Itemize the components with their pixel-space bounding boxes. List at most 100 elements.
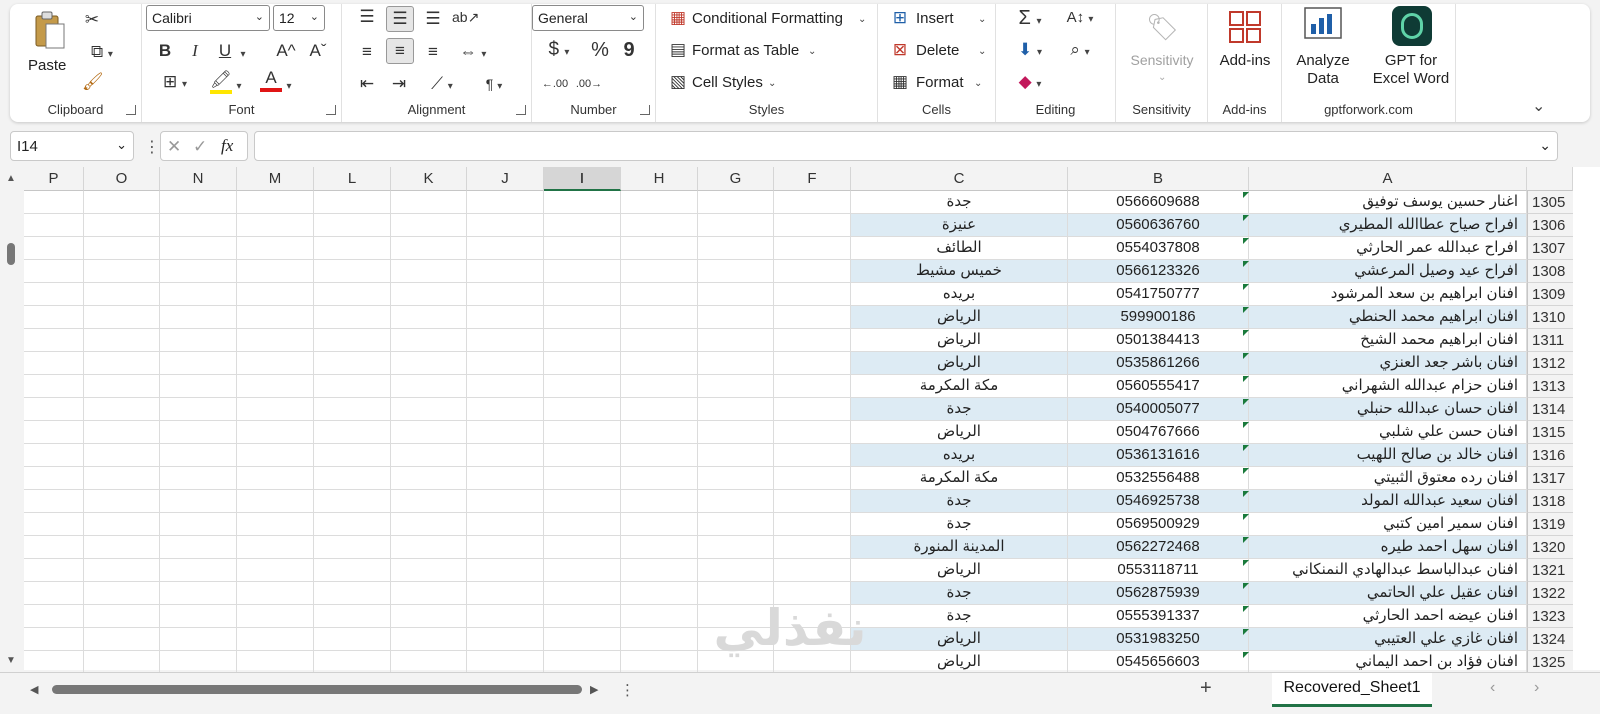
cell-phone[interactable]: 0504767666 xyxy=(1068,421,1249,444)
empty-cell[interactable] xyxy=(621,398,698,421)
align-middle-icon[interactable]: ☰ xyxy=(386,6,414,32)
empty-cell[interactable] xyxy=(314,536,391,559)
empty-cell[interactable] xyxy=(621,306,698,329)
empty-cell[interactable] xyxy=(160,329,237,352)
decrease-decimal-icon[interactable]: .00→ xyxy=(574,74,604,94)
bold-button[interactable]: B xyxy=(156,41,174,61)
empty-cell[interactable] xyxy=(774,329,851,352)
cancel-icon[interactable]: ✕ xyxy=(167,137,181,157)
empty-cell[interactable] xyxy=(544,375,621,398)
cell-name[interactable]: افنان ابراهيم بن سعد المرشود xyxy=(1249,283,1527,306)
empty-cell[interactable] xyxy=(237,536,314,559)
delete-button[interactable]: ⊠ Delete ⌄ xyxy=(890,40,990,64)
conditional-formatting-button[interactable]: ▦ Conditional Formatting ⌄ xyxy=(668,8,868,32)
empty-cell[interactable] xyxy=(544,559,621,582)
empty-cell[interactable] xyxy=(237,214,314,237)
empty-cell[interactable] xyxy=(774,398,851,421)
empty-cell[interactable] xyxy=(84,191,160,214)
text-direction-icon[interactable]: ⟋ ▾ xyxy=(422,74,462,97)
empty-cell[interactable] xyxy=(544,582,621,605)
empty-cell[interactable] xyxy=(314,306,391,329)
empty-cell[interactable] xyxy=(391,651,467,674)
cell-phone[interactable]: 0566609688 xyxy=(1068,191,1249,214)
empty-cell[interactable] xyxy=(774,536,851,559)
empty-cell[interactable] xyxy=(698,513,774,536)
empty-cell[interactable] xyxy=(391,628,467,651)
empty-cell[interactable] xyxy=(84,260,160,283)
row-header[interactable]: 1321 xyxy=(1527,559,1573,582)
sensitivity-button[interactable]: 🏷 Sensitivity ⌄ xyxy=(1126,8,1198,88)
cell-city[interactable]: الرياض xyxy=(851,628,1068,651)
column-header-h[interactable]: H xyxy=(621,167,698,191)
scroll-up-icon[interactable]: ▲ xyxy=(6,173,16,184)
font-launcher-icon[interactable] xyxy=(326,105,336,115)
empty-cell[interactable] xyxy=(160,582,237,605)
empty-cell[interactable] xyxy=(84,283,160,306)
fill-color-icon[interactable]: 🖍 xyxy=(210,70,232,94)
empty-cell[interactable] xyxy=(84,536,160,559)
empty-cell[interactable] xyxy=(314,421,391,444)
empty-cell[interactable] xyxy=(160,214,237,237)
column-header-o[interactable]: O xyxy=(84,167,160,191)
empty-cell[interactable] xyxy=(24,398,84,421)
empty-cell[interactable] xyxy=(24,191,84,214)
borders-icon[interactable]: ⊞ ▾ xyxy=(156,72,194,95)
empty-cell[interactable] xyxy=(160,490,237,513)
row-header[interactable]: 1325 xyxy=(1527,651,1573,674)
column-header-b[interactable]: B xyxy=(1068,167,1249,191)
empty-cell[interactable] xyxy=(24,559,84,582)
row-header[interactable]: 1319 xyxy=(1527,513,1573,536)
empty-cell[interactable] xyxy=(544,352,621,375)
cell-city[interactable]: الرياض xyxy=(851,352,1068,375)
grow-font-button[interactable]: A^ xyxy=(274,41,298,61)
column-header-k[interactable]: K xyxy=(391,167,467,191)
cell-city[interactable]: مكة المكرمة xyxy=(851,375,1068,398)
empty-cell[interactable] xyxy=(467,329,544,352)
horizontal-scroll-thumb[interactable] xyxy=(52,685,582,694)
empty-cell[interactable] xyxy=(467,352,544,375)
row-header[interactable]: 1307 xyxy=(1527,237,1573,260)
underline-button[interactable]: U xyxy=(216,41,234,61)
empty-cell[interactable] xyxy=(698,237,774,260)
cell-phone[interactable]: 0546925738 xyxy=(1068,490,1249,513)
empty-cell[interactable] xyxy=(774,444,851,467)
empty-cell[interactable] xyxy=(698,398,774,421)
clipboard-launcher-icon[interactable] xyxy=(126,105,136,115)
cell-name[interactable]: افراح عيد وصيل المرعشي xyxy=(1249,260,1527,283)
row-header[interactable]: 1308 xyxy=(1527,260,1573,283)
rtl-icon[interactable]: ¶ ▾ xyxy=(472,74,516,97)
number-launcher-icon[interactable] xyxy=(640,105,650,115)
empty-cell[interactable] xyxy=(24,283,84,306)
empty-cell[interactable] xyxy=(544,398,621,421)
empty-cell[interactable] xyxy=(698,444,774,467)
cell-phone[interactable]: 0562875939 xyxy=(1068,582,1249,605)
shrink-font-button[interactable]: Aˇ xyxy=(306,41,330,61)
sheet-tab-recovered[interactable]: Recovered_Sheet1 xyxy=(1272,673,1432,707)
empty-cell[interactable] xyxy=(467,283,544,306)
empty-cell[interactable] xyxy=(24,375,84,398)
orientation-icon[interactable]: ab↗ xyxy=(452,7,479,27)
empty-cell[interactable] xyxy=(698,306,774,329)
font-color-icon[interactable]: A xyxy=(260,68,282,92)
empty-cell[interactable] xyxy=(237,490,314,513)
empty-cell[interactable] xyxy=(544,628,621,651)
empty-cell[interactable] xyxy=(314,352,391,375)
align-center-icon[interactable]: ≡ xyxy=(386,38,414,64)
empty-cell[interactable] xyxy=(237,651,314,674)
empty-cell[interactable] xyxy=(84,421,160,444)
increase-indent-icon[interactable]: ⇥ xyxy=(388,74,410,94)
empty-cell[interactable] xyxy=(391,421,467,444)
cell-phone[interactable]: 0535861266 xyxy=(1068,352,1249,375)
find-select-icon[interactable]: ⌕ ▾ xyxy=(1058,40,1102,63)
empty-cell[interactable] xyxy=(544,513,621,536)
cell-city[interactable]: الرياض xyxy=(851,651,1068,674)
column-header-p[interactable]: P xyxy=(24,167,84,191)
column-header-g[interactable]: G xyxy=(698,167,774,191)
cell-name[interactable]: افنان عيضه احمد الحارثي xyxy=(1249,605,1527,628)
cell-name[interactable]: افنان ابراهيم محمد الشيخ xyxy=(1249,329,1527,352)
empty-cell[interactable] xyxy=(698,352,774,375)
cell-name[interactable]: افنان حزام عبدالله الشهراني xyxy=(1249,375,1527,398)
cell-city[interactable]: جدة xyxy=(851,513,1068,536)
cell-phone[interactable]: 0569500929 xyxy=(1068,513,1249,536)
cell-phone[interactable]: 0541750777 xyxy=(1068,283,1249,306)
